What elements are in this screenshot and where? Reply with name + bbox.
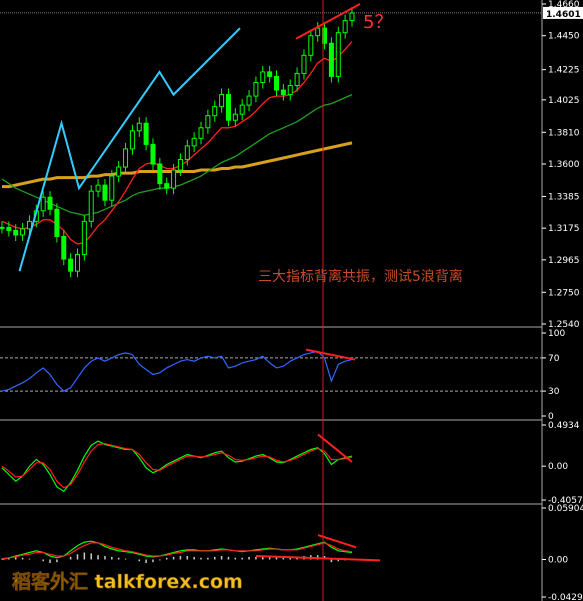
- candle-body: [239, 104, 245, 115]
- candle-body: [328, 42, 334, 77]
- candle-body: [191, 137, 197, 147]
- candle-body: [136, 122, 142, 132]
- current-price-label: 1.4601: [546, 10, 581, 20]
- candle-body: [0, 226, 5, 229]
- y-tick-label: 1.3385: [548, 192, 580, 202]
- forex-chart: 1.46601.44501.42251.40251.38101.36001.33…: [0, 0, 583, 601]
- candle-body: [102, 184, 108, 201]
- candle-body: [335, 32, 341, 77]
- candle-body: [184, 145, 190, 160]
- candle-body: [47, 196, 53, 210]
- divergence-note: 三大指标背离共振，测试5浪背离: [258, 268, 463, 285]
- y-tick-label: -0.04297: [548, 593, 583, 601]
- candle-body: [232, 113, 238, 121]
- candle-body: [260, 71, 266, 83]
- candle-body: [205, 115, 211, 129]
- candle-body: [315, 27, 321, 37]
- watermark: 稻客外汇 talkforex.com: [12, 570, 243, 593]
- candle-body: [225, 94, 231, 121]
- candle-body: [150, 143, 156, 165]
- candle-body: [171, 169, 177, 189]
- candle-body: [157, 163, 163, 185]
- candle-body: [246, 95, 252, 106]
- candle-body: [143, 122, 149, 145]
- y-tick-label: 1.2750: [548, 288, 580, 298]
- candle-body: [61, 235, 67, 260]
- candle-body: [198, 127, 204, 139]
- candle-body: [74, 254, 80, 272]
- candle-body: [308, 35, 314, 56]
- y-tick-label: 1.4225: [548, 66, 580, 76]
- candle-body: [301, 54, 307, 74]
- candle-body: [129, 130, 135, 150]
- candle-body: [40, 196, 46, 212]
- candle-body: [280, 89, 286, 96]
- wave5-annotation: 5？: [363, 12, 392, 33]
- candle-body: [109, 175, 115, 201]
- candle-body: [95, 184, 101, 192]
- candle-body: [81, 220, 87, 256]
- candle-body: [267, 71, 273, 77]
- candle-body: [342, 20, 348, 34]
- y-tick-label: 1.2965: [548, 256, 580, 266]
- candle-body: [349, 12, 355, 22]
- candle-body: [287, 85, 293, 96]
- y-tick-label: 0.00: [548, 462, 568, 472]
- candle-body: [54, 208, 60, 237]
- y-tick-label: 1.4450: [548, 32, 580, 42]
- candle-body: [294, 72, 300, 87]
- y-tick-label: 0.4934: [548, 421, 580, 431]
- candle-body: [88, 190, 94, 222]
- y-tick-label: 1.3175: [548, 224, 580, 234]
- candle-body: [177, 158, 183, 171]
- candle-body: [212, 106, 218, 117]
- candle-body: [13, 229, 19, 236]
- candle-body: [116, 166, 122, 177]
- candle-body: [274, 75, 280, 91]
- y-tick-label: 1.3810: [548, 128, 580, 138]
- candle-body: [20, 228, 26, 236]
- y-tick-label: 30: [548, 387, 560, 397]
- candle-body: [219, 94, 225, 108]
- y-tick-label: 1.3600: [548, 160, 580, 170]
- y-tick-label: 0.05904: [548, 504, 583, 514]
- candle-body: [6, 226, 12, 231]
- y-tick-label: 0.00: [548, 556, 568, 566]
- candle-body: [253, 81, 259, 97]
- y-tick-label: 1.4025: [548, 96, 580, 106]
- y-tick-label: 70: [548, 354, 560, 364]
- candle-body: [164, 183, 170, 189]
- candle-body: [123, 148, 129, 168]
- y-tick-label: 100: [548, 329, 565, 339]
- candle-body: [68, 258, 74, 272]
